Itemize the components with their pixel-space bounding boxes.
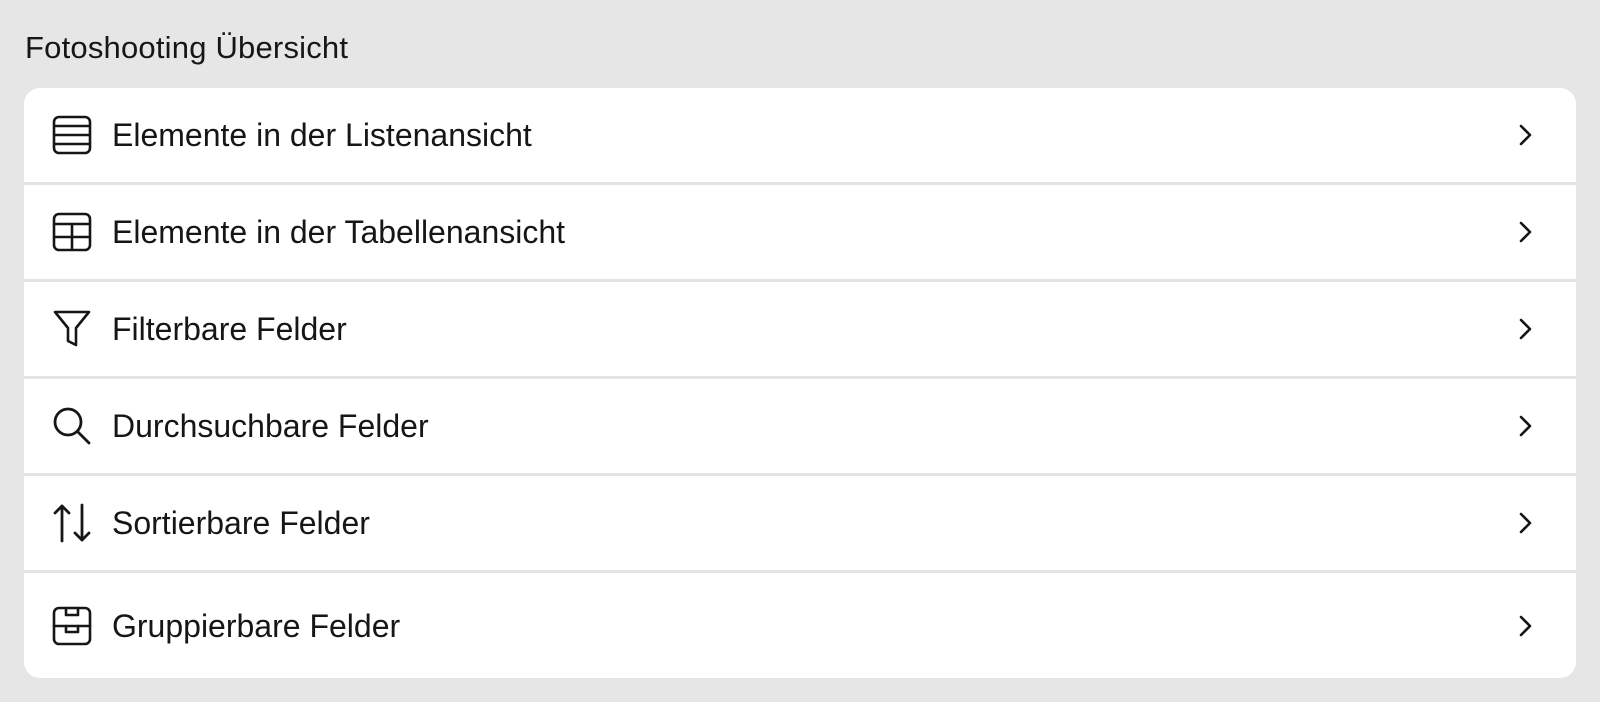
chevron-right-icon — [1514, 509, 1538, 537]
chevron-right-icon — [1514, 315, 1538, 343]
list-item-searchable-fields[interactable]: Durchsuchbare Felder — [24, 379, 1576, 476]
list-item-sortable-fields[interactable]: Sortierbare Felder — [24, 476, 1576, 573]
search-icon — [50, 404, 94, 448]
list-view-icon — [50, 113, 94, 157]
list-item-filterable-fields[interactable]: Filterbare Felder — [24, 282, 1576, 379]
list-item-label: Elemente in der Listenansicht — [112, 117, 532, 153]
list-item-label: Durchsuchbare Felder — [112, 408, 429, 444]
group-archive-icon — [50, 604, 94, 648]
list-item-label: Gruppierbare Felder — [112, 607, 401, 644]
list-item-groupable-fields[interactable]: Gruppierbare Felder — [24, 573, 1576, 678]
chevron-right-icon — [1514, 412, 1538, 440]
section-title: Fotoshooting Übersicht — [25, 30, 349, 65]
settings-list: Elemente in der Listenansicht Elemente i… — [24, 88, 1576, 678]
list-item-list-view[interactable]: Elemente in der Listenansicht — [24, 88, 1576, 185]
list-item-label: Elemente in der Tabellenansicht — [112, 214, 566, 250]
list-item-table-view[interactable]: Elemente in der Tabellenansicht — [24, 185, 1576, 282]
list-item-label: Sortierbare Felder — [112, 505, 370, 541]
filter-icon — [50, 307, 94, 351]
sort-arrows-icon — [50, 501, 94, 545]
chevron-right-icon — [1514, 218, 1538, 246]
chevron-right-icon — [1514, 612, 1538, 640]
table-view-icon — [50, 210, 94, 254]
list-item-label: Filterbare Felder — [112, 311, 347, 347]
chevron-right-icon — [1514, 121, 1538, 149]
